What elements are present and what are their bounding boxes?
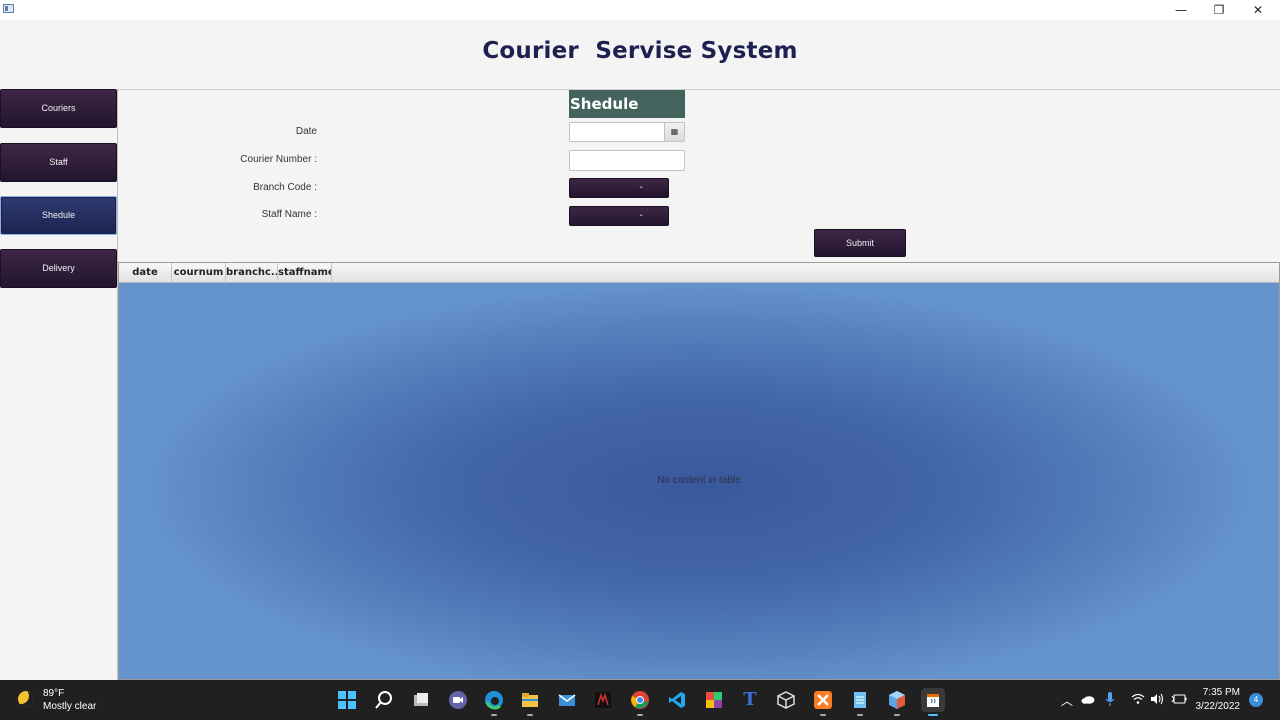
chevron-up-icon[interactable]: ︿ [1061, 692, 1073, 709]
microphone-icon[interactable] [1105, 691, 1115, 710]
sidebar-item-couriers[interactable]: Couriers [0, 89, 117, 128]
clock-time[interactable]: 7:35 PM [1203, 687, 1240, 698]
weather-moon-icon[interactable] [18, 691, 34, 707]
table-header: date cournum branchc... staffname [119, 263, 1279, 283]
weather-description[interactable]: Mostly clear [43, 701, 96, 712]
header-divider [118, 89, 1280, 90]
app-window: — ❐ ✕ Courier Servise System Couriers St… [0, 0, 1280, 680]
taskbar: 89°F Mostly clear T ︿ 7:35 PM 3/22/2022 … [0, 680, 1280, 720]
chevron-down-icon: ⌄ [638, 210, 644, 218]
xampp-icon[interactable] [811, 688, 835, 716]
clock-date[interactable]: 3/22/2022 [1196, 701, 1241, 712]
sidebar-item-shedule[interactable]: Shedule [0, 196, 117, 235]
sidebar-item-delivery[interactable]: Delivery [0, 249, 117, 288]
volume-icon[interactable] [1150, 693, 1164, 708]
wifi-icon[interactable] [1131, 693, 1145, 708]
file-explorer-icon[interactable] [518, 688, 542, 716]
notification-badge[interactable]: 4 [1249, 693, 1263, 707]
mail-icon[interactable] [555, 688, 579, 712]
netbeans-icon[interactable] [885, 688, 909, 716]
edge-browser-icon[interactable] [482, 688, 506, 716]
schedule-table: date cournum branchc... staffname No con… [118, 262, 1280, 680]
weather-temperature[interactable]: 89°F [43, 688, 64, 699]
java-window-icon [3, 4, 14, 13]
java-app-icon[interactable] [921, 688, 945, 716]
minimize-button[interactable]: — [1162, 0, 1200, 20]
onedrive-cloud-icon[interactable] [1081, 693, 1095, 707]
date-label: Date [295, 126, 317, 137]
typora-icon[interactable]: T [738, 688, 762, 712]
page-title: Courier Servise System [482, 38, 798, 64]
courier-number-label: Courier Number : [240, 154, 317, 165]
table-body[interactable]: No content in table [119, 283, 1279, 679]
submit-button[interactable]: Submit [814, 229, 906, 257]
battery-icon[interactable] [1171, 693, 1187, 708]
branch-code-select[interactable]: ⌄ [569, 178, 669, 198]
chevron-down-icon: ⌄ [638, 182, 644, 190]
column-header-branchcode[interactable]: branchc... [226, 263, 278, 283]
game-app-icon[interactable] [591, 688, 615, 712]
branch-code-label: Branch Code : [253, 182, 317, 193]
task-view-icon[interactable] [409, 688, 433, 712]
column-header-staffname[interactable]: staffname [278, 263, 332, 283]
form-header: Shedule [569, 90, 685, 118]
virtualbox-icon[interactable] [774, 688, 798, 712]
column-header-cournum[interactable]: cournum [172, 263, 226, 283]
teams-chat-icon[interactable] [446, 688, 470, 712]
column-header-date[interactable]: date [119, 263, 172, 283]
staff-name-label: Staff Name : [261, 209, 317, 220]
date-picker[interactable]: ▦ [569, 122, 685, 142]
office-app-icon[interactable] [702, 688, 726, 712]
notepad-icon[interactable] [848, 688, 872, 716]
windows-start-icon[interactable] [335, 688, 359, 712]
vscode-icon[interactable] [665, 688, 689, 712]
calendar-icon[interactable]: ▦ [664, 123, 684, 141]
chrome-icon[interactable] [628, 688, 652, 716]
staff-name-select[interactable]: ⌄ [569, 206, 669, 226]
courier-number-input[interactable] [569, 150, 685, 171]
maximize-button[interactable]: ❐ [1200, 0, 1238, 20]
sidebar-item-staff[interactable]: Staff [0, 143, 117, 182]
close-button[interactable]: ✕ [1239, 0, 1277, 20]
empty-table-message: No content in table [657, 475, 741, 486]
search-icon[interactable] [372, 688, 396, 712]
window-titlebar: — ❐ ✕ [0, 0, 1280, 20]
